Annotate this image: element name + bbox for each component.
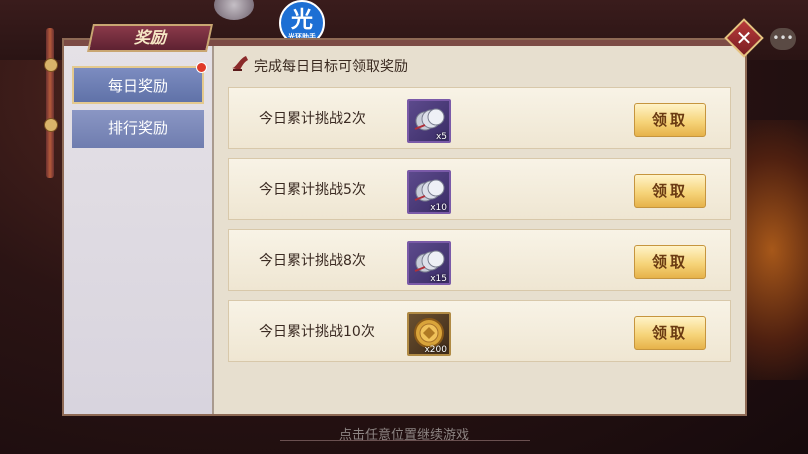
- pillar-knob-icon: [44, 58, 58, 72]
- silver-coins-icon[interactable]: x10: [407, 170, 451, 214]
- item-quantity: x200: [424, 345, 447, 355]
- sidebar: 每日奖励 排行奖励: [64, 46, 214, 414]
- item-quantity: x10: [430, 203, 447, 213]
- claim-button[interactable]: 领取: [634, 316, 706, 350]
- tab-daily-rewards[interactable]: 每日奖励: [72, 66, 204, 104]
- claim-button[interactable]: 领取: [634, 174, 706, 208]
- header-description: 完成每日目标可领取奖励: [254, 59, 408, 75]
- reward-row: 今日累计挑战10次 x200 领取: [228, 300, 731, 362]
- claim-button[interactable]: 领取: [634, 103, 706, 137]
- reward-condition: 今日累计挑战10次: [259, 324, 375, 340]
- pillar-knob-icon: [44, 118, 58, 132]
- footer-divider: [280, 440, 530, 441]
- reward-condition: 今日累计挑战8次: [259, 253, 366, 269]
- silver-coins-icon[interactable]: x15: [407, 241, 451, 285]
- reward-row: 今日累计挑战2次 x5 领取: [228, 87, 731, 149]
- decorative-pillar: [46, 28, 54, 178]
- item-quantity: x5: [435, 132, 447, 142]
- panel-title: 奖励: [133, 28, 166, 47]
- notification-dot: [196, 62, 207, 73]
- silver-coins-icon[interactable]: x5: [407, 99, 451, 143]
- tab-ranking-rewards[interactable]: 排行奖励: [72, 110, 204, 148]
- reward-row: 今日累计挑战8次 x15 领取: [228, 229, 731, 291]
- item-quantity: x15: [430, 274, 447, 284]
- shoe-icon: [232, 56, 248, 71]
- reward-condition: 今日累计挑战2次: [259, 111, 366, 127]
- chat-icon[interactable]: •••: [770, 28, 796, 50]
- gold-coin-icon[interactable]: x200: [407, 312, 451, 356]
- watermark-logo-glyph: 光: [290, 8, 313, 33]
- close-icon[interactable]: ✕: [730, 24, 758, 52]
- reward-condition: 今日累计挑战5次: [259, 182, 366, 198]
- reward-row: 今日累计挑战5次 x10 领取: [228, 158, 731, 220]
- claim-button[interactable]: 领取: [634, 245, 706, 279]
